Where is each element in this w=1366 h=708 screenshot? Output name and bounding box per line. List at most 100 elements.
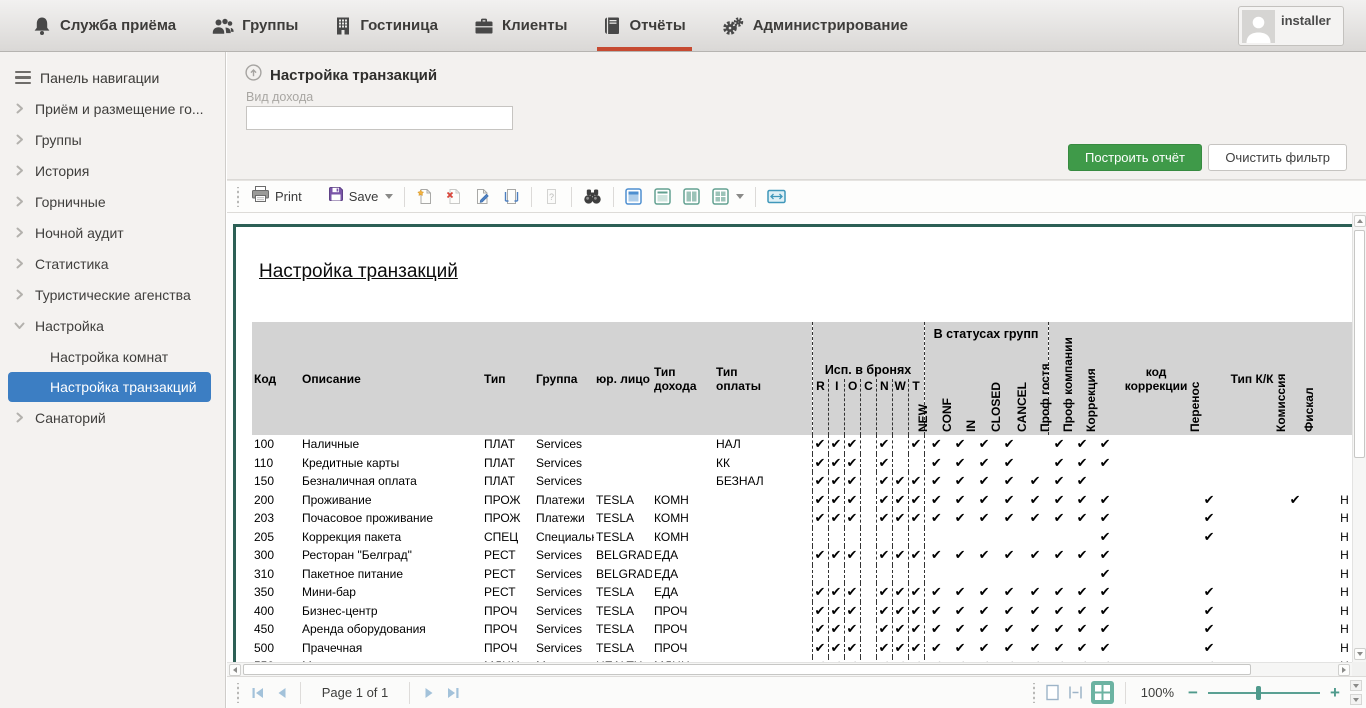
two-page-view-button[interactable] — [677, 185, 706, 208]
data-cell: Services — [534, 546, 594, 565]
sidebar-item[interactable]: Настройка транзакций — [8, 372, 211, 402]
check-cell: ✔ — [812, 491, 828, 510]
check-cell: ✔ — [1282, 491, 1308, 510]
nav-tab-gears[interactable]: Администрирование — [704, 0, 926, 51]
sidebar-item[interactable]: Ночной аудит — [0, 217, 225, 248]
vertical-scrollbar[interactable] — [1352, 213, 1366, 662]
multi-page-mode-button-active[interactable] — [1091, 681, 1114, 704]
data-cell: РЕСТ — [482, 565, 534, 584]
scroll-left-button[interactable] — [229, 664, 241, 676]
sidebar-item-label: Ночной аудит — [35, 225, 124, 241]
page-setup-button[interactable] — [497, 185, 526, 208]
data-cell — [594, 454, 652, 473]
check-cell: ✔ — [948, 472, 972, 491]
delete-page-button[interactable] — [439, 185, 468, 208]
toolbar-grip[interactable] — [235, 187, 241, 207]
table-row: 150Безналичная оплатаПЛАТServicesБЕЗНАЛ✔… — [252, 472, 1352, 491]
check-cell: ✔ — [892, 583, 908, 602]
check-cell: ✔ — [1048, 639, 1070, 658]
zoom-out-button[interactable]: − — [1186, 683, 1200, 703]
check-cell: ✔ — [1048, 602, 1070, 621]
next-page-button[interactable] — [417, 681, 441, 705]
sidebar-item[interactable]: История — [0, 155, 225, 186]
check-cell — [1282, 509, 1308, 528]
check-cell — [876, 565, 892, 584]
sidebar-item[interactable]: Группы — [0, 124, 225, 155]
check-cell — [860, 639, 876, 658]
page-width-button[interactable] — [761, 185, 792, 208]
pager-grip[interactable] — [235, 683, 241, 703]
data-cell: Н — [1308, 639, 1352, 658]
data-cell: 150 — [252, 472, 296, 491]
report-toolbar: Print Save ? — [227, 180, 1366, 213]
save-button[interactable]: Save — [322, 183, 400, 210]
col-header-tip-oplaty: Тип оплаты — [714, 322, 812, 435]
nav-tab-briefcase[interactable]: Клиенты — [456, 0, 585, 51]
scroll-up-button[interactable] — [1354, 215, 1366, 227]
check-cell: ✔ — [996, 546, 1022, 565]
sidebar-header[interactable]: Панель навигации — [0, 62, 225, 93]
check-cell — [1196, 565, 1222, 584]
nav-tab-users[interactable]: Группы — [194, 0, 316, 51]
user-box[interactable]: installer — [1238, 6, 1344, 46]
horizontal-scroll-thumb[interactable] — [243, 664, 1251, 675]
sidebar-item[interactable]: Туристические агенства — [0, 279, 225, 310]
table-row: 200ПроживаниеПРОЖПлатежиTESLAКОМН✔✔✔✔✔✔✔… — [252, 491, 1352, 510]
check-cell — [860, 546, 876, 565]
transactions-table: Код Описание Тип Группа юр. лицо Тип дох… — [252, 322, 1352, 662]
check-cell: ✔ — [948, 620, 972, 639]
income-type-input[interactable] — [246, 106, 513, 130]
nav-tab-book[interactable]: Отчёты — [585, 0, 703, 51]
check-cell: ✔ — [844, 620, 860, 639]
collapse-top-button[interactable] — [1350, 680, 1362, 691]
collapse-bottom-button[interactable] — [1350, 694, 1362, 705]
zoom-slider-handle[interactable] — [1256, 686, 1261, 700]
zoombar-grip[interactable] — [1031, 683, 1037, 703]
nav-tab-bell[interactable]: Служба приёма — [14, 0, 194, 51]
page-indicator: Page 1 of 1 — [308, 685, 402, 700]
data-cell: Н — [1308, 602, 1352, 621]
last-page-button[interactable] — [441, 681, 465, 705]
check-cell — [1070, 565, 1094, 584]
data-cell: НАЛ — [714, 435, 812, 454]
check-cell — [876, 528, 892, 547]
chevron-right-icon — [14, 227, 26, 238]
check-cell: ✔ — [908, 472, 924, 491]
check-cell: ✔ — [972, 472, 996, 491]
edit-page-button[interactable] — [468, 185, 497, 208]
sidebar-item[interactable]: Статистика — [0, 248, 225, 279]
clear-filter-button[interactable]: Очистить фильтр — [1208, 144, 1347, 171]
scroll-down-button[interactable] — [1354, 648, 1366, 660]
sidebar-item[interactable]: Настройка — [0, 310, 225, 341]
zoom-slider[interactable] — [1208, 685, 1320, 701]
scroll-right-button[interactable] — [1338, 664, 1350, 676]
vertical-scroll-thumb[interactable] — [1354, 230, 1365, 458]
check-cell — [1022, 454, 1048, 473]
check-cell: ✔ — [908, 509, 924, 528]
sidebar-item[interactable]: Приём и размещение го... — [0, 93, 225, 124]
zoom-in-button[interactable]: + — [1328, 683, 1342, 703]
fit-width-mode-button[interactable] — [1068, 684, 1083, 701]
continuous-view-button[interactable] — [648, 185, 677, 208]
find-button[interactable] — [577, 185, 608, 208]
user-name: installer — [1281, 13, 1337, 42]
sidebar-item[interactable]: Горничные — [0, 186, 225, 217]
data-cell: КОМН — [652, 491, 714, 510]
data-cell: Специальны — [534, 528, 594, 547]
single-page-mode-button[interactable] — [1045, 684, 1060, 701]
single-page-view-button[interactable] — [619, 185, 648, 208]
new-page-button[interactable] — [410, 185, 439, 208]
horizontal-scrollbar[interactable] — [227, 662, 1352, 676]
first-page-button[interactable] — [245, 681, 269, 705]
data-cell — [1222, 509, 1282, 528]
build-report-button[interactable]: Построить отчёт — [1068, 144, 1202, 171]
multi-page-view-button[interactable] — [706, 185, 750, 208]
collapse-panel-icon[interactable] — [245, 64, 262, 86]
col-group-statuses: В статусах групп NEWCONFINCLOSEDCANCEL — [924, 322, 1048, 435]
print-button[interactable]: Print — [245, 182, 308, 211]
data-cell — [1116, 491, 1196, 510]
sidebar-item[interactable]: Санаторий — [0, 402, 225, 433]
previous-page-button[interactable] — [269, 681, 293, 705]
nav-tab-building[interactable]: Гостиница — [316, 0, 456, 51]
sidebar-item[interactable]: Настройка комнат — [0, 341, 225, 372]
